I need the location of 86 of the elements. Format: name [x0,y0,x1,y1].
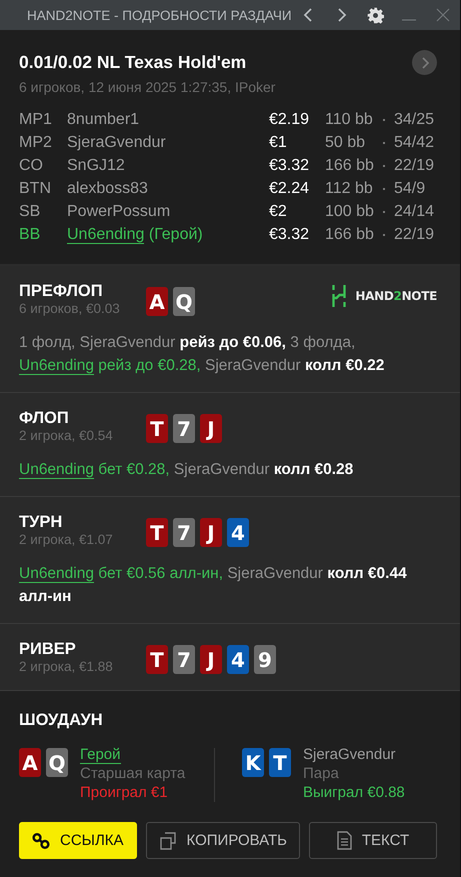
previous-icon[interactable] [303,8,314,22]
playing-card: A [146,287,168,316]
stack-bb: 166 bb [325,225,374,245]
copy-icon [158,832,177,850]
action-text: Un6ending бет €0.28, SjeraGvendur колл €0.28 [19,460,354,481]
playing-card: J [200,414,222,443]
player-name: SjeraGvendur [67,134,166,151]
street-info: 6 игроков, €0.03 [19,301,121,317]
playing-card: T [269,748,291,777]
player-stats: 22/19 [394,156,436,176]
position-label: MP1 [19,110,53,130]
next-hand-button[interactable] [412,50,437,75]
stack-bb: 110 bb [325,110,374,130]
stack-bb: 100 bb [325,202,374,222]
playing-card: 7 [173,414,195,443]
playing-card: 7 [173,645,195,674]
position-label: SB [19,202,42,222]
playing-card: 9 [254,645,276,674]
link-icon [32,832,50,850]
playing-card: A [19,748,41,777]
position-label: BTN [19,179,52,199]
playing-card: 7 [173,518,195,547]
hand-rank: Старшая карта [80,764,186,783]
result-text: Выиграл €0.88 [303,783,405,802]
playing-card: 4 [227,645,249,674]
player-stats: 22/19 [394,225,436,245]
position-label: MP2 [19,133,53,153]
showdown-title: ШОУДАУН [19,711,104,730]
stack-bb: 112 bb [325,179,374,199]
hand-title: 0.01/0.02 NL Texas Hold'em [19,52,246,73]
stack-amount: €3.32 [269,156,310,176]
player-link[interactable]: Un6ending [19,565,94,583]
stack-amount: €1 [269,133,288,153]
action-text: 1 фолд, SjeraGvendur рейз до €0.06, 3 фолда, Un6ending рейз до €0.28, SjeraGvendur колл €0.22 [19,333,386,377]
street-title: ФЛОП [19,409,70,428]
player-link[interactable]: Un6ending [67,226,144,244]
logo-icon [332,285,346,307]
street-info: 2 игрока, €0.54 [19,428,114,444]
player-link[interactable]: Un6ending [19,461,94,479]
street-title: ПРЕФЛОП [19,282,104,301]
street-title: РИВЕР [19,640,77,659]
playing-card: Q [46,748,68,777]
action-button[interactable]: КОПИРОВАТЬ [146,822,300,859]
player-name: SjeraGvendur [303,746,396,763]
playing-card: 4 [227,518,249,547]
position-label: CO [19,156,44,176]
hand-subtitle: 6 игроков, 12 июня 2025 1:27:35, IPoker [19,79,276,95]
hand-rank: Пара [303,764,340,783]
playing-card: J [200,645,222,674]
playing-card: J [200,518,222,547]
street-title: ТУРН [19,513,64,532]
result-text: Проиграл €1 [80,783,169,802]
document-icon [336,831,352,850]
street-info: 2 игрока, €1.88 [19,659,114,675]
chevron-icon [420,56,428,68]
street-info: 2 игрока, €1.07 [19,532,114,548]
window-title: HAND2NOTE - ПОДРОБНОСТИ РАЗДАЧИ [27,8,292,22]
player-stats: 54/9 [394,179,426,199]
position-label: BB [19,225,42,245]
logo-text: HAND2NOTE [355,289,437,303]
playing-card: T [146,414,168,443]
stack-amount: €3.32 [269,225,310,245]
player-name: PowerPossum [67,203,170,220]
next-icon[interactable] [337,8,348,22]
action-button[interactable]: ТЕКСТ [309,822,437,859]
stack-bb: 166 bb [325,156,374,176]
settings-icon[interactable] [367,6,384,24]
playing-card: T [146,645,168,674]
player-name: SnGJ12 [67,157,125,174]
hero-label: (Герой) [148,226,203,243]
stack-amount: €2.24 [269,179,310,199]
stack-amount: €2 [269,202,288,222]
player-name: alexboss83 [67,180,148,197]
player-name: 8number1 [67,111,140,128]
action-button[interactable]: ССЫЛКА [19,822,137,859]
stack-amount: €2.19 [269,110,310,130]
player-link[interactable]: Un6ending [19,357,94,375]
playing-card: K [242,748,264,777]
player-stats: 34/25 [394,110,436,130]
playing-card: Q [173,287,195,316]
player-link[interactable]: Герой [80,746,121,764]
action-text: Un6ending бет €0.56 алл-ин, SjeraGvendur колл €0.44 алл-ин [19,564,408,607]
player-stats: 54/42 [394,133,436,153]
stack-bb: 50 bb [325,133,366,153]
playing-card: T [146,518,168,547]
player-stats: 24/14 [394,202,436,222]
